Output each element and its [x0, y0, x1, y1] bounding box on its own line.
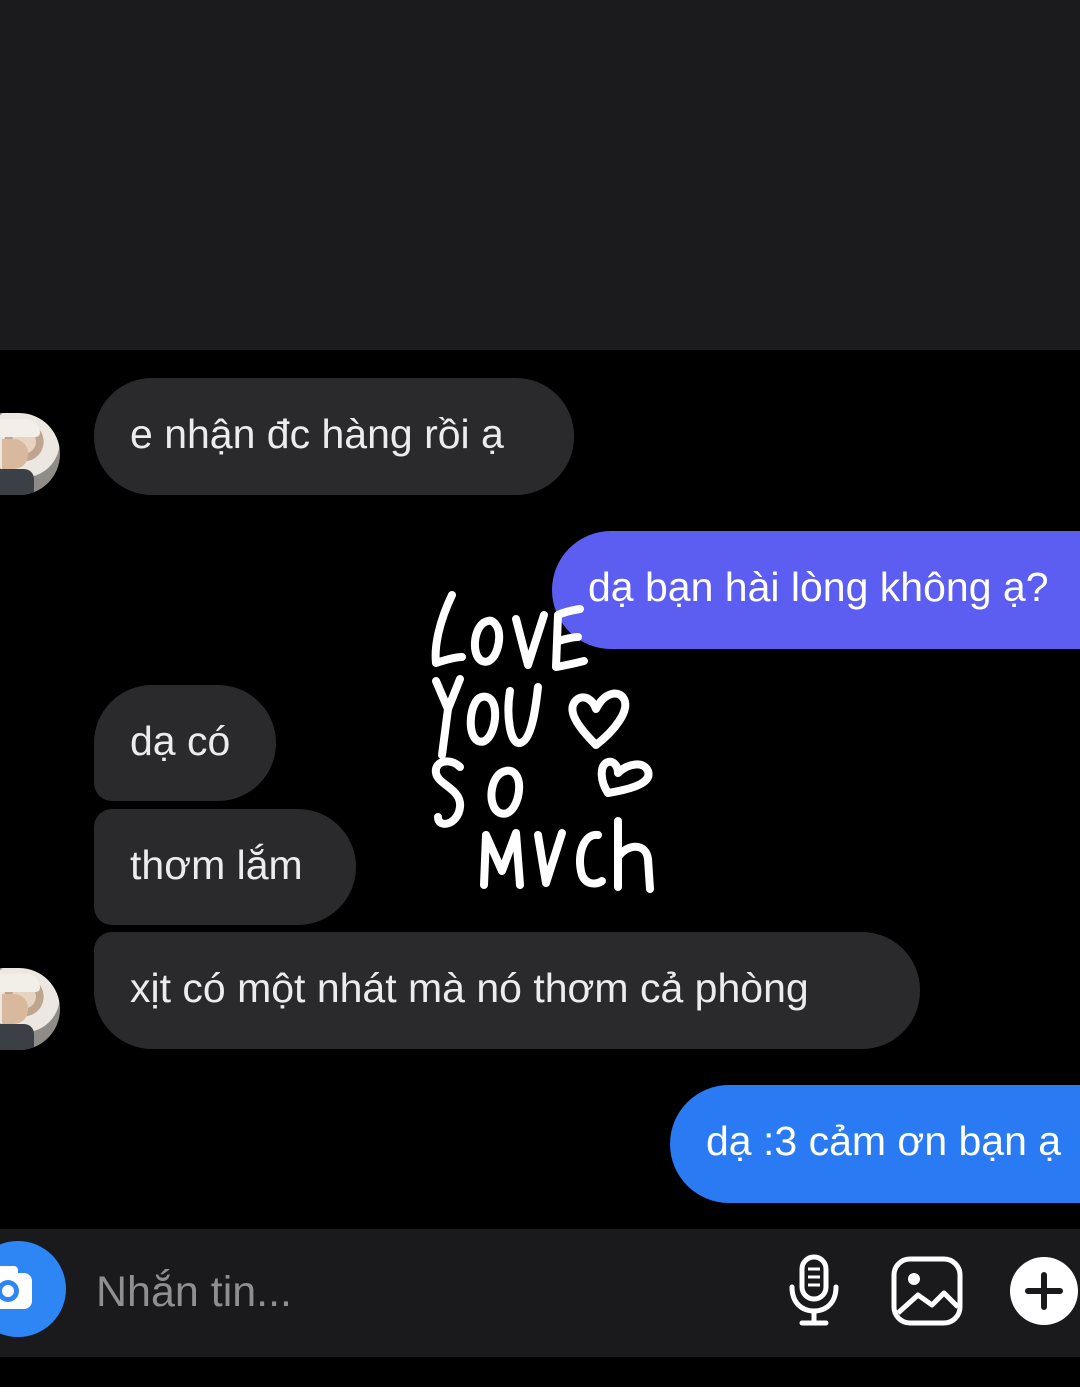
- message-input[interactable]: [94, 1261, 738, 1323]
- message-text: dạ :3 cảm ơn bạn ạ: [706, 1118, 1062, 1164]
- gallery-button[interactable]: [890, 1255, 964, 1327]
- microphone-icon: [789, 1254, 839, 1326]
- message-bubble-incoming[interactable]: e nhận đc hàng rồi ạ: [94, 378, 574, 495]
- voice-button[interactable]: [786, 1253, 842, 1329]
- message-text: e nhận đc hàng rồi ạ: [130, 411, 504, 457]
- message-bubble-outgoing[interactable]: dạ :3 cảm ơn bạn ạ: [670, 1085, 1080, 1203]
- messenger-screen: e nhận đc hàng rồi ạ dạ bạn hài lòng khô…: [0, 0, 1080, 1387]
- message-bubble-incoming[interactable]: dạ có: [94, 685, 276, 801]
- message-text: xịt có một nhát mà nó thơm cả phòng: [130, 965, 809, 1011]
- top-blank-area: [0, 0, 1080, 350]
- composer: [0, 1227, 1080, 1387]
- more-button[interactable]: [1008, 1255, 1080, 1327]
- plus-icon: [1010, 1257, 1078, 1325]
- message-text: dạ có: [130, 718, 231, 764]
- message-text: thơm lắm: [130, 842, 303, 888]
- image-icon: [891, 1256, 963, 1326]
- message-bubble-incoming[interactable]: xịt có một nhát mà nó thơm cả phòng: [94, 932, 920, 1049]
- message-bubble-incoming[interactable]: thơm lắm: [94, 809, 356, 925]
- love-you-so-much-sticker: [431, 591, 654, 893]
- camera-button[interactable]: [0, 1241, 66, 1337]
- camera-icon: [0, 1266, 32, 1309]
